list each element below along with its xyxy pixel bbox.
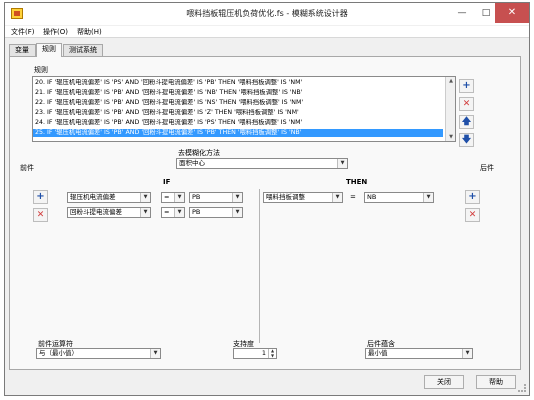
close-button[interactable]: 关闭: [424, 375, 464, 389]
chevron-down-icon: ▼: [174, 193, 184, 202]
chevron-down-icon: ▼: [232, 193, 242, 202]
add-rule-button[interactable]: +: [459, 79, 474, 93]
rule-item-23[interactable]: 23. IF '辊压机电流偏差' IS 'PB' AND '回粉斗提电流偏差' …: [33, 109, 443, 117]
menu-help[interactable]: 帮助(H): [77, 27, 102, 37]
if-label: IF: [163, 178, 171, 186]
if-operator-value-2: =: [164, 208, 170, 216]
antecedent-connective-value: 与（最小值）: [39, 349, 78, 357]
add-consequent-button[interactable]: +: [465, 190, 480, 204]
scroll-up-icon[interactable]: ▲: [446, 77, 455, 85]
tab-variables[interactable]: 变量: [9, 44, 36, 56]
then-term-value-1: NB: [367, 193, 377, 201]
then-variable-select-1[interactable]: 喂料挡板调整 ▼: [263, 192, 343, 203]
if-variable-value-1: 辊压机电流偏差: [70, 193, 116, 201]
resize-grip-icon[interactable]: [518, 384, 526, 392]
menu-edit[interactable]: 操作(O): [43, 27, 68, 37]
support-value: 1: [261, 349, 266, 357]
then-variable-value-1: 喂料挡板调整: [266, 193, 305, 201]
if-operator-value-1: =: [164, 193, 170, 201]
tab-test-system[interactable]: 测试系统: [63, 44, 103, 56]
delete-rule-button[interactable]: ✕: [459, 97, 474, 111]
rules-list[interactable]: 20. IF '辊压机电流偏差' IS 'PS' AND '回粉斗提电流偏差' …: [32, 76, 456, 142]
scroll-down-icon[interactable]: ▼: [446, 133, 455, 141]
defuzz-label: 去模糊化方法: [178, 149, 220, 157]
chevron-down-icon: ▼: [232, 208, 242, 217]
remove-consequent-button[interactable]: ✕: [465, 208, 480, 222]
antecedent-connective-select[interactable]: 与（最小值） ▼: [36, 348, 161, 359]
chevron-down-icon: ▼: [150, 349, 160, 358]
menu-bar: 文件(F) 操作(O) 帮助(H): [5, 26, 529, 38]
move-rule-down-button[interactable]: 🡇: [459, 133, 474, 147]
tab-rules[interactable]: 规则: [36, 43, 62, 57]
title-bar: 喂料挡板辊压机负荷优化.fs - 模糊系统设计器 — □ ✕: [5, 3, 529, 25]
then-operator: =: [350, 193, 356, 201]
chevron-down-icon: ▼: [337, 159, 347, 168]
if-variable-select-1[interactable]: 辊压机电流偏差 ▼: [67, 192, 151, 203]
add-antecedent-button[interactable]: +: [33, 190, 48, 204]
then-label: THEN: [346, 178, 368, 186]
defuzz-select[interactable]: 面积中心 ▼: [176, 158, 348, 169]
support-stepper[interactable]: 1 ▲ ▼: [233, 348, 277, 359]
if-term-select-1[interactable]: PB ▼: [189, 192, 243, 203]
spin-arrows-icon[interactable]: ▲ ▼: [268, 348, 276, 358]
then-term-select-1[interactable]: NB ▼: [364, 192, 434, 203]
rules-label: 规则: [34, 66, 48, 74]
rule-item-21[interactable]: 21. IF '辊压机电流偏差' IS 'PB' AND '回粉斗提电流偏差' …: [33, 89, 443, 97]
if-term-value-1: PB: [192, 193, 201, 201]
antecedent-label: 前件: [20, 164, 34, 172]
chevron-down-icon: ▼: [174, 208, 184, 217]
chevron-down-icon: ▼: [140, 193, 150, 202]
menu-file[interactable]: 文件(F): [11, 27, 35, 37]
if-then-divider: [259, 189, 260, 343]
rule-item-24[interactable]: 24. IF '辊压机电流偏差' IS 'PB' AND '回粉斗提电流偏差' …: [33, 119, 443, 127]
rules-scrollbar[interactable]: ▲ ▼: [445, 77, 455, 141]
app-window: 喂料挡板辊压机负荷优化.fs - 模糊系统设计器 — □ ✕ 文件(F) 操作(…: [4, 2, 530, 396]
close-window-button[interactable]: ✕: [495, 3, 529, 23]
help-button[interactable]: 帮助: [476, 375, 516, 389]
if-variable-select-2[interactable]: 回粉斗提电流偏差 ▼: [67, 207, 151, 218]
move-rule-up-button[interactable]: 🡅: [459, 115, 474, 129]
implication-value: 最小值: [368, 349, 388, 357]
rule-item-22[interactable]: 22. IF '辊压机电流偏差' IS 'PB' AND '回粉斗提电流偏差' …: [33, 99, 443, 107]
remove-antecedent-button[interactable]: ✕: [33, 208, 48, 222]
rule-item-25-selected[interactable]: 25. IF '辊压机电流偏差' IS 'PB' AND '回粉斗提电流偏差' …: [33, 129, 443, 137]
defuzz-value: 面积中心: [179, 159, 205, 167]
implication-select[interactable]: 最小值 ▼: [365, 348, 473, 359]
consequent-label: 后件: [480, 164, 494, 172]
if-variable-value-2: 回粉斗提电流偏差: [70, 208, 122, 216]
if-term-select-2[interactable]: PB ▼: [189, 207, 243, 218]
rule-item-20[interactable]: 20. IF '辊压机电流偏差' IS 'PS' AND '回粉斗提电流偏差' …: [33, 79, 443, 87]
if-operator-select-1[interactable]: = ▼: [161, 192, 185, 203]
chevron-down-icon: ▼: [332, 193, 342, 202]
chevron-down-icon: ▼: [423, 193, 433, 202]
chevron-down-icon: ▼: [462, 349, 472, 358]
if-term-value-2: PB: [192, 208, 201, 216]
if-operator-select-2[interactable]: = ▼: [161, 207, 185, 218]
chevron-down-icon: ▼: [140, 208, 150, 217]
